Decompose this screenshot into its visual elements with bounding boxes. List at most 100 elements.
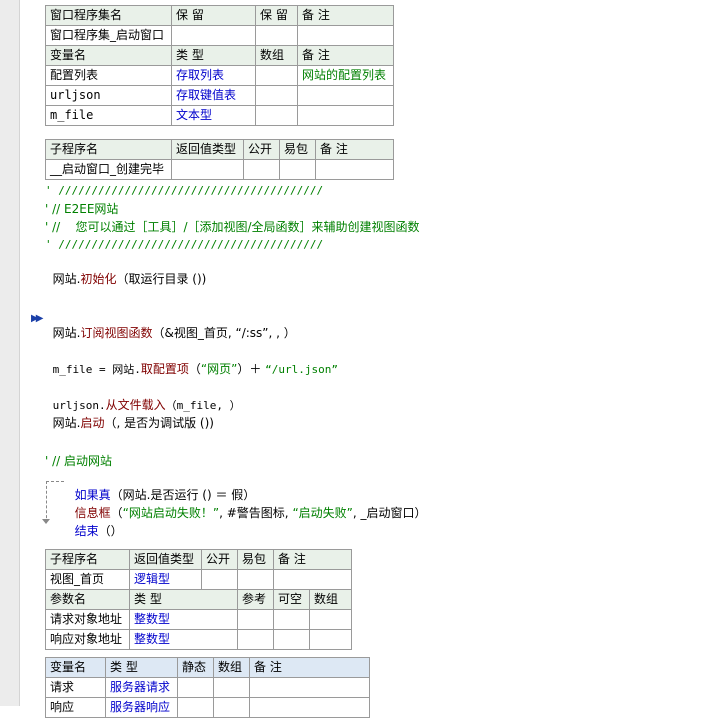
table-cell[interactable] bbox=[273, 609, 310, 630]
table-row[interactable]: __启动窗口_创建完毕 bbox=[45, 159, 394, 180]
var-type[interactable]: 存取键值表 bbox=[171, 85, 256, 106]
line-gutter bbox=[0, 0, 19, 706]
code-line-init[interactable]: 网站.初始化（取运行目录 ()) bbox=[45, 255, 207, 287]
code-string: “网页” bbox=[200, 362, 238, 376]
table-header-row: 变量名 类 型 数组 备 注 bbox=[45, 45, 394, 66]
var-type[interactable]: 服务器响应 bbox=[105, 697, 178, 718]
table-cell[interactable] bbox=[171, 25, 256, 46]
var-note[interactable]: 网站的配置列表 bbox=[297, 65, 394, 86]
subroutine-name[interactable]: 视图_首页 bbox=[45, 569, 130, 590]
table-row[interactable]: 请求 服务器请求 bbox=[45, 677, 370, 698]
var-note[interactable] bbox=[297, 85, 394, 106]
header-cell: 参考 bbox=[237, 589, 274, 610]
subroutine-table: 子程序名 返回值类型 公开 易包 备 注 __启动窗口_创建完毕 bbox=[45, 139, 394, 180]
code-comment[interactable]: ' //////////////////////////////////////… bbox=[45, 237, 323, 253]
param-type[interactable]: 整数型 bbox=[129, 609, 238, 630]
var-array[interactable] bbox=[255, 65, 298, 86]
var-name[interactable]: urljson bbox=[45, 85, 172, 106]
code-comment[interactable]: ' //////////////////////////////////////… bbox=[45, 183, 323, 199]
header-cell: 类 型 bbox=[105, 657, 178, 678]
header-cell: 返回值类型 bbox=[129, 549, 202, 570]
table-row[interactable]: 请求对象地址 整数型 bbox=[45, 609, 353, 630]
param-name[interactable]: 请求对象地址 bbox=[45, 609, 130, 630]
code-line-subscribe[interactable]: 网站.订阅视图函数（&视图_首页, “/:ss”, , ） bbox=[45, 309, 296, 341]
subroutine-table: 子程序名 返回值类型 公开 易包 备 注 视图_首页 逻辑型 参数名 类 型 参… bbox=[45, 549, 353, 650]
table-row[interactable]: urljson 存取键值表 bbox=[45, 85, 394, 106]
table-cell[interactable] bbox=[237, 609, 274, 630]
table-cell[interactable] bbox=[201, 569, 238, 590]
var-array[interactable] bbox=[255, 85, 298, 106]
header-cell: 备 注 bbox=[297, 45, 394, 66]
header-cell: 子程序名 bbox=[45, 139, 172, 160]
header-cell: 子程序名 bbox=[45, 549, 130, 570]
code-comment[interactable]: ' // 您可以通过［工具］/［添加视图/全局函数］来辅助创建视图函数 bbox=[45, 219, 420, 235]
table-cell[interactable] bbox=[308, 629, 353, 650]
var-note[interactable] bbox=[297, 105, 394, 126]
table-cell[interactable] bbox=[255, 25, 298, 46]
code-line-start[interactable]: 网站.启动（, 是否为调试版 ()) bbox=[45, 399, 214, 431]
table-row[interactable]: 窗口程序集_启动窗口 bbox=[45, 25, 394, 46]
table-cell[interactable] bbox=[308, 609, 353, 630]
code-method: 订阅视图函数 bbox=[80, 326, 153, 340]
code-string: “启动失败” bbox=[292, 506, 353, 520]
table-row[interactable]: 响应对象地址 整数型 bbox=[45, 629, 353, 650]
code-string: “网站启动失败！” bbox=[122, 506, 220, 520]
table-row[interactable]: m_file 文本型 bbox=[45, 105, 394, 126]
table-cell[interactable] bbox=[177, 697, 214, 718]
table-header-row: 参数名 类 型 参考 可空 数组 bbox=[45, 589, 353, 610]
table-row[interactable]: 配置列表 存取列表 网站的配置列表 bbox=[45, 65, 394, 86]
table-cell[interactable] bbox=[237, 569, 274, 590]
code-args: （, 是否为调试版 ()) bbox=[104, 416, 214, 430]
table-cell[interactable] bbox=[213, 697, 250, 718]
header-cell: 变量名 bbox=[45, 657, 106, 678]
header-cell: 变量名 bbox=[45, 45, 172, 66]
table-header-row: 子程序名 返回值类型 公开 易包 备 注 bbox=[45, 139, 394, 160]
table-cell[interactable] bbox=[297, 25, 394, 46]
var-type[interactable]: 文本型 bbox=[171, 105, 256, 126]
table-cell[interactable] bbox=[213, 677, 250, 698]
table-cell[interactable] bbox=[177, 677, 214, 698]
code-text: ）＋ bbox=[237, 362, 266, 376]
param-type[interactable]: 整数型 bbox=[129, 629, 238, 650]
header-cell: 备 注 bbox=[249, 657, 370, 678]
code-string: “/url.json” bbox=[265, 363, 339, 376]
return-type[interactable]: 逻辑型 bbox=[129, 569, 202, 590]
code-args: （） bbox=[98, 524, 123, 538]
table-row[interactable]: 响应 服务器响应 bbox=[45, 697, 370, 718]
breakpoint-arrow-icon[interactable]: ▶▶ bbox=[31, 313, 44, 324]
var-type[interactable]: 服务器请求 bbox=[105, 677, 178, 698]
local-vars-table: 变量名 类 型 静态 数组 备 注 请求 服务器请求 响应 服务器响应 bbox=[45, 657, 370, 718]
table-cell[interactable] bbox=[279, 159, 316, 180]
code-comment[interactable]: ' // E2EE网站 bbox=[45, 201, 118, 217]
flow-line bbox=[46, 481, 47, 523]
param-name[interactable]: 响应对象地址 bbox=[45, 629, 130, 650]
var-name[interactable]: 配置列表 bbox=[45, 65, 172, 86]
code-object: 网站. bbox=[52, 416, 81, 430]
table-cell[interactable] bbox=[243, 159, 280, 180]
code-method: 启动 bbox=[80, 416, 105, 430]
header-cell: 可空 bbox=[273, 589, 310, 610]
code-line-assign[interactable]: m_file = 网站.取配置项（“网页”）＋ “/url.json” bbox=[45, 345, 338, 378]
var-name[interactable]: 请求 bbox=[45, 677, 106, 698]
var-name[interactable]: m_file bbox=[45, 105, 172, 126]
var-name[interactable]: 响应 bbox=[45, 697, 106, 718]
code-line-end[interactable]: 结束（） bbox=[67, 507, 123, 539]
code-comment[interactable]: ' // 启动网站 bbox=[45, 453, 112, 469]
code-object: 网站. bbox=[52, 326, 81, 340]
window-set-name[interactable]: 窗口程序集_启动窗口 bbox=[45, 25, 172, 46]
table-cell[interactable] bbox=[272, 569, 353, 590]
var-type[interactable]: 存取列表 bbox=[171, 65, 256, 86]
code-keyword: 结束 bbox=[74, 524, 99, 538]
subroutine-name[interactable]: __启动窗口_创建完毕 bbox=[45, 159, 172, 180]
table-cell[interactable] bbox=[249, 677, 370, 698]
table-cell[interactable] bbox=[237, 629, 274, 650]
header-cell: 易包 bbox=[237, 549, 274, 570]
var-array[interactable] bbox=[255, 105, 298, 126]
header-cell: 静态 bbox=[177, 657, 214, 678]
table-row[interactable]: 视图_首页 逻辑型 bbox=[45, 569, 353, 590]
table-cell[interactable] bbox=[249, 697, 370, 718]
table-cell[interactable] bbox=[171, 159, 244, 180]
header-cell: 类 型 bbox=[171, 45, 256, 66]
table-cell[interactable] bbox=[315, 159, 394, 180]
table-cell[interactable] bbox=[273, 629, 310, 650]
